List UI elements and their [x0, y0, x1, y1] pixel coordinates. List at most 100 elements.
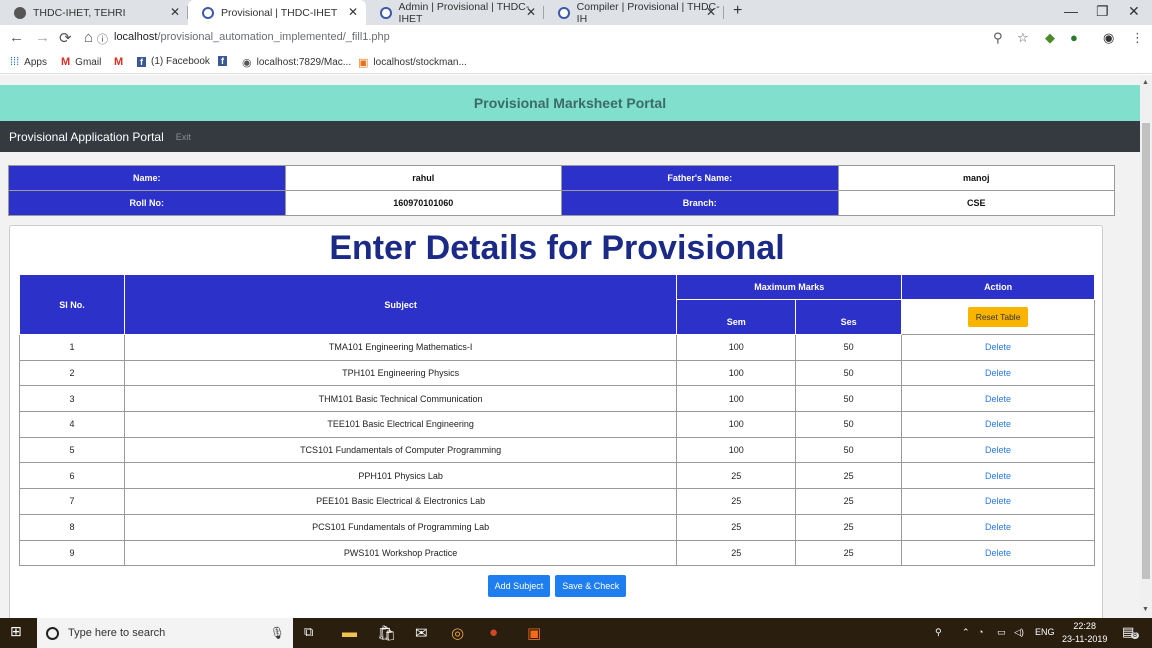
bookmark-localhost-stockman[interactable]: ▣ localhost/stockman...: [358, 56, 467, 69]
scroll-down-icon[interactable]: ▼: [1142, 606, 1149, 613]
subject-cell: PEE101 Basic Electrical & Electronics La…: [123, 488, 678, 515]
father-name-label: Father's Name:: [561, 165, 839, 191]
scroll-up-icon[interactable]: ▲: [1142, 79, 1149, 86]
tab-admin-provisional[interactable]: Admin | Provisional | THDC-IHET ✕: [366, 0, 544, 25]
delete-link[interactable]: Delete: [985, 419, 1011, 429]
sl-no-cell: 1: [19, 334, 125, 361]
new-tab-button[interactable]: +: [733, 2, 742, 20]
table-row: 1 TMA101 Engineering Mathematics-I 100 50 De…: [19, 334, 1095, 361]
scroll-thumb[interactable]: [1142, 123, 1150, 579]
taskbar-clock[interactable]: 22:28 23-11-2019: [1062, 620, 1107, 646]
sl-no-cell: 5: [19, 436, 125, 464]
bookmark-gmail[interactable]: M Gmail: [61, 56, 101, 68]
maximize-icon[interactable]: ❐: [1096, 3, 1109, 20]
profile-avatar-icon[interactable]: ◉: [1103, 30, 1114, 46]
sem-marks-cell: 100: [676, 359, 797, 387]
language-indicator[interactable]: ENG: [1035, 627, 1055, 637]
name-value: rahul: [284, 165, 562, 191]
powerpoint-icon[interactable]: ●: [489, 624, 498, 641]
reset-table-button[interactable]: Reset Table: [967, 307, 1029, 327]
extension-icon[interactable]: ◆: [1045, 30, 1055, 46]
save-check-button[interactable]: Save & Check: [555, 575, 627, 597]
add-subject-button[interactable]: Add Subject: [487, 575, 551, 597]
windows-start-icon[interactable]: ⊞: [10, 623, 22, 640]
bookmark-facebook[interactable]: f (1) Facebook: [137, 56, 210, 67]
close-icon[interactable]: ✕: [170, 5, 180, 19]
roll-no-value: 160970101060: [284, 190, 562, 216]
delete-link[interactable]: Delete: [985, 368, 1011, 378]
mail-icon[interactable]: ✉: [415, 624, 428, 642]
network-icon[interactable]: ◔: [978, 627, 983, 637]
subject-cell: TCS101 Fundamentals of Computer Programm…: [123, 436, 678, 464]
subject-cell: TMA101 Engineering Mathematics-I: [123, 334, 678, 361]
sem-marks-cell: 25: [676, 488, 797, 515]
taskbar-search[interactable]: Type here to search 🎙: [37, 618, 293, 648]
delete-link[interactable]: Delete: [985, 522, 1011, 532]
action-cell: Delete: [901, 462, 1095, 490]
delete-link[interactable]: Delete: [985, 394, 1011, 404]
bookmark-localhost-7829[interactable]: ◉ localhost:7829/Mac...: [242, 56, 351, 69]
reload-icon[interactable]: ⟳: [59, 29, 72, 47]
tab-compiler-provisional[interactable]: Compiler | Provisional | THDC-IH ✕: [544, 0, 724, 25]
bookmark-star-icon[interactable]: ☆: [1017, 30, 1029, 46]
zoom-icon[interactable]: ⚲: [993, 30, 1003, 46]
extension-icon[interactable]: ●: [1070, 30, 1078, 45]
delete-link[interactable]: Delete: [985, 548, 1011, 558]
task-view-icon[interactable]: ⧉: [304, 624, 313, 640]
people-icon[interactable]: ⚲: [935, 627, 942, 638]
sem-header: Sem: [676, 299, 797, 335]
store-icon[interactable]: 🛍: [377, 624, 396, 642]
url-host: localhost: [114, 31, 158, 43]
xampp-icon[interactable]: ▣: [527, 624, 541, 642]
page-scrollbar[interactable]: ▲ ▼: [1140, 75, 1152, 618]
table-row: 5 TCS101 Fundamentals of Computer Program…: [19, 436, 1095, 464]
facebook-icon: f: [137, 56, 146, 67]
tab-thdc-ihet-tehri[interactable]: THDC-IHET, TEHRI ✕: [0, 0, 188, 25]
menu-kebab-icon[interactable]: ⋮: [1131, 30, 1144, 46]
table-row: 9 PWS101 Workshop Practice 25 25 Delete: [19, 539, 1095, 567]
web-page: Provisional Marksheet Portal Provisional…: [0, 75, 1140, 618]
tab-provisional[interactable]: Provisional | THDC-IHET ✕: [188, 0, 366, 25]
notification-count: 8: [1131, 632, 1139, 639]
action-cell: Delete: [901, 411, 1095, 438]
volume-icon[interactable]: ◁): [1014, 627, 1024, 638]
chrome-icon[interactable]: ◎: [451, 624, 464, 642]
delete-link[interactable]: Delete: [985, 445, 1011, 455]
browser-tab-bar: THDC-IHET, TEHRI ✕ Provisional | THDC-IH…: [0, 0, 1152, 25]
bookmark-gmail-icon-only[interactable]: M: [114, 56, 128, 68]
bookmark-facebook-icon-only[interactable]: f: [218, 56, 232, 66]
exit-link[interactable]: Exit: [176, 132, 191, 142]
top-navbar: Provisional Application Portal Exit: [0, 121, 1140, 152]
bookmark-label: Apps: [24, 56, 47, 68]
battery-icon[interactable]: ▭: [997, 627, 1006, 638]
delete-link[interactable]: Delete: [985, 496, 1011, 506]
info-icon[interactable]: ⓘ: [97, 31, 108, 47]
close-icon[interactable]: ✕: [348, 5, 358, 19]
home-icon[interactable]: ⌂: [84, 29, 93, 46]
close-icon[interactable]: ✕: [706, 5, 716, 19]
microphone-icon[interactable]: 🎙: [270, 626, 285, 640]
forward-arrow-icon[interactable]: →: [35, 29, 50, 46]
father-name-value: manoj: [837, 165, 1115, 191]
url-field[interactable]: localhost/provisional_automation_impleme…: [114, 31, 390, 43]
maximum-marks-header: Maximum Marks: [676, 274, 903, 300]
close-icon[interactable]: ✕: [526, 5, 536, 19]
tab-separator: [723, 6, 724, 19]
action-cell: Delete: [901, 334, 1095, 361]
minimize-icon[interactable]: —: [1064, 3, 1078, 19]
tray-chevron-icon[interactable]: ⌃: [962, 627, 970, 638]
delete-link[interactable]: Delete: [985, 471, 1011, 481]
table-row: 6 PPH101 Physics Lab 25 25 Delete: [19, 462, 1095, 490]
branch-label: Branch:: [561, 190, 839, 216]
delete-link[interactable]: Delete: [985, 342, 1011, 352]
subject-cell: PPH101 Physics Lab: [123, 462, 678, 490]
window-close-icon[interactable]: ✕: [1128, 3, 1140, 20]
navbar-brand[interactable]: Provisional Application Portal: [9, 130, 164, 144]
bookmark-apps[interactable]: ⁞⁞⁞ Apps: [10, 56, 47, 68]
table-row: 8 PCS101 Fundamentals of Programming Lab 2…: [19, 513, 1095, 541]
file-explorer-icon[interactable]: ▬: [342, 624, 357, 641]
back-arrow-icon[interactable]: ←: [9, 29, 24, 46]
action-cell: Delete: [901, 539, 1095, 567]
sem-marks-cell: 100: [676, 334, 797, 361]
action-header: Action: [901, 274, 1095, 300]
